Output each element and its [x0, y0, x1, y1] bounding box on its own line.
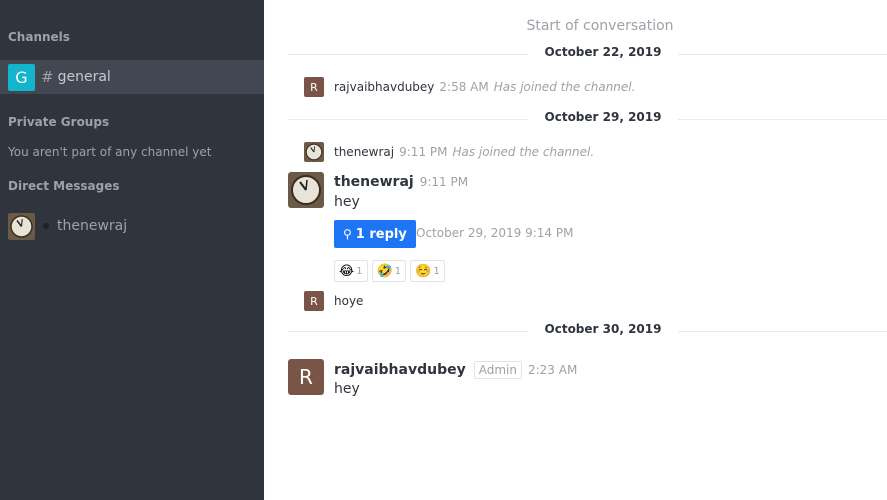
date-separator: October 30, 2019 — [288, 322, 887, 340]
reactions: 😂 1 🤣 1 ☺️ 1 — [334, 260, 449, 282]
channel-avatar: G — [8, 63, 35, 91]
message-time: 2:23 AM — [527, 363, 578, 377]
system-text: Has joined the channel. — [452, 145, 595, 159]
message-body: hey — [334, 194, 360, 210]
clock-avatar-icon[interactable] — [288, 172, 324, 208]
reaction-laughing[interactable]: 😂 1 — [334, 260, 368, 282]
reaction-count: 1 — [394, 265, 402, 277]
username[interactable]: thenewraj — [334, 174, 414, 190]
system-text: Has joined the channel. — [493, 80, 636, 94]
reaction-smile[interactable]: ☺️ 1 — [410, 260, 445, 282]
date-label: October 22, 2019 — [528, 45, 678, 59]
laughing-emoji-icon: 😂 — [339, 263, 355, 279]
date-separator: October 29, 2019 — [288, 110, 887, 128]
system-message: R rajvaibhavdubey 2:58 AM Has joined the… — [304, 77, 635, 97]
reply-label: 1 reply — [355, 226, 407, 242]
username[interactable]: rajvaibhavdubey — [334, 80, 434, 94]
date-label: October 29, 2019 — [528, 110, 678, 124]
message-time: 2:58 AM — [439, 80, 489, 94]
direct-messages-title: Direct Messages — [8, 179, 120, 193]
sidebar-item-label: general — [57, 69, 111, 85]
avatar[interactable]: R — [288, 359, 324, 395]
message: R rajvaibhavdubey Admin 2:23 AM hey — [288, 359, 577, 397]
thread-time: October 29, 2019 9:14 PM — [416, 226, 574, 240]
sidebar-item-general[interactable]: G # general — [0, 60, 264, 94]
avatar[interactable]: R — [304, 77, 324, 97]
date-separator: October 22, 2019 — [288, 45, 887, 63]
reaction-rofl[interactable]: 🤣 1 — [371, 260, 407, 282]
username[interactable]: thenewraj — [334, 145, 394, 159]
sidebar: Channels G # general Private Groups You … — [0, 0, 264, 500]
system-message: thenewraj 9:11 PM Has joined the channel… — [304, 142, 594, 162]
private-groups-empty: You aren't part of any channel yet — [8, 145, 212, 159]
hash-icon: # — [41, 68, 54, 86]
reaction-count: 1 — [433, 265, 440, 277]
smile-emoji-icon: ☺️ — [415, 263, 432, 279]
message: R hoye — [304, 291, 363, 311]
sidebar-item-thenewraj[interactable]: thenewraj — [0, 209, 264, 243]
thread-reply-button[interactable]: ⚲ 1 reply — [334, 220, 416, 248]
username[interactable]: rajvaibhavdubey — [334, 362, 466, 378]
sidebar-item-label: thenewraj — [57, 218, 128, 234]
reaction-count: 1 — [356, 265, 363, 277]
channels-title: Channels — [8, 30, 70, 44]
clock-avatar-icon[interactable] — [304, 142, 324, 162]
rofl-emoji-icon: 🤣 — [376, 263, 393, 279]
avatar[interactable]: R — [304, 291, 324, 311]
status-dot — [43, 223, 49, 229]
thread-icon: ⚲ — [343, 227, 352, 241]
start-of-conversation: Start of conversation — [526, 18, 674, 34]
message-list: Start of conversation October 22, 2019 R… — [264, 0, 887, 500]
role-badge: Admin — [473, 361, 522, 379]
message-time: 9:11 PM — [419, 175, 469, 189]
message-body: hoye — [334, 294, 364, 308]
date-label: October 30, 2019 — [528, 322, 678, 336]
private-groups-title: Private Groups — [8, 115, 110, 129]
message-time: 9:11 PM — [399, 145, 448, 159]
message-body: hey — [334, 381, 360, 397]
clock-avatar-icon — [8, 212, 35, 240]
